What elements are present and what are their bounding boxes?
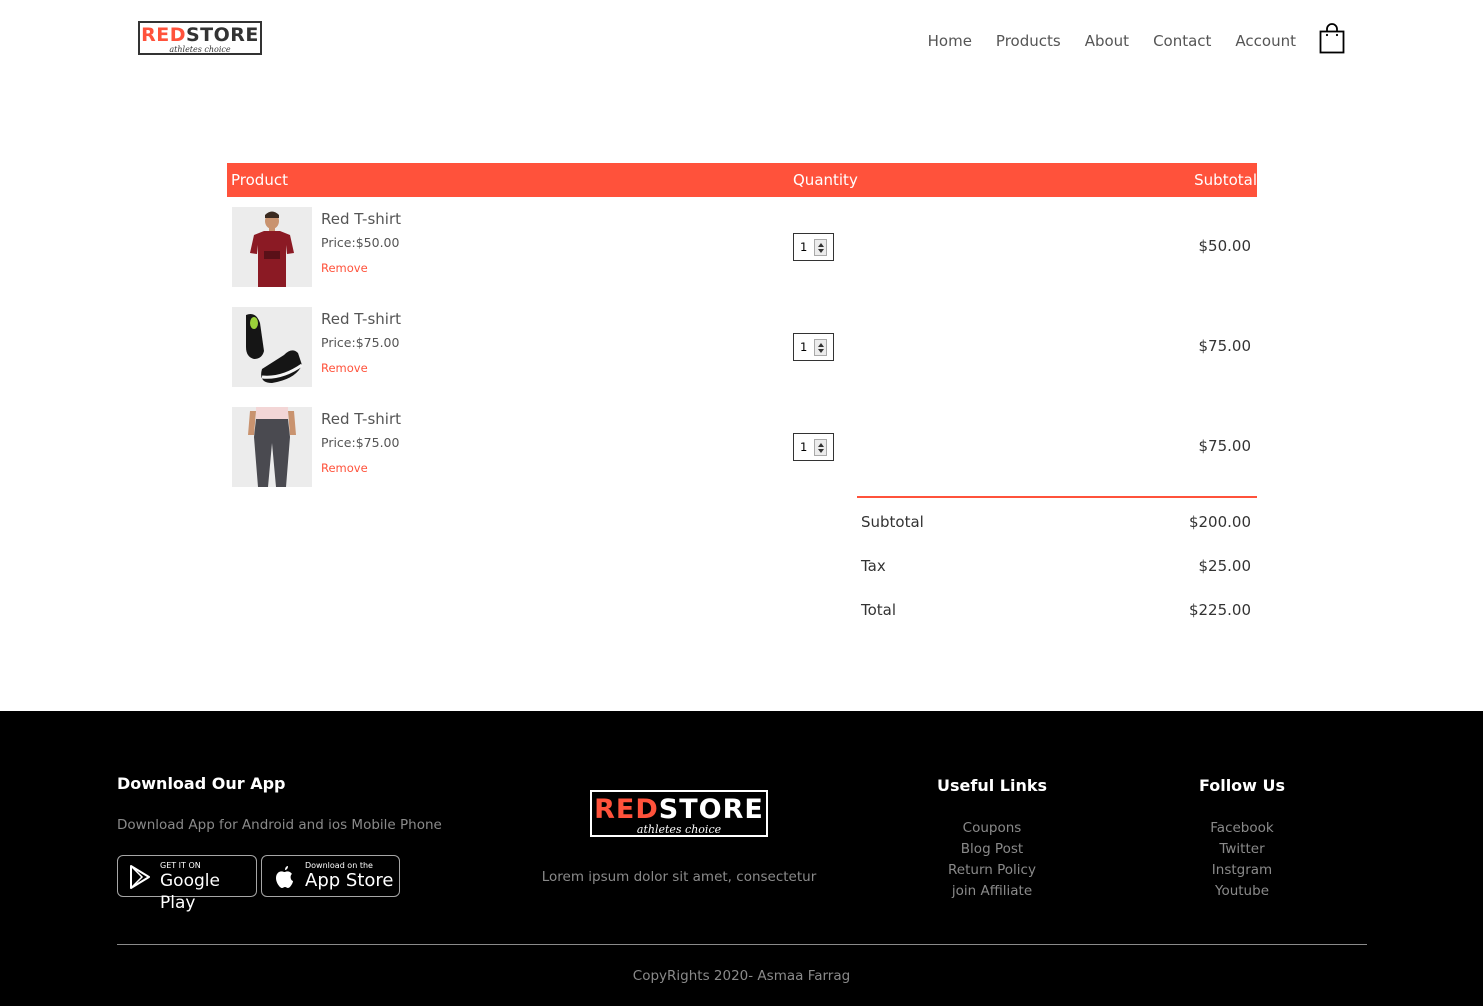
footer-link-coupons[interactable]: Coupons bbox=[902, 818, 1082, 839]
product-name[interactable]: Red T-shirt bbox=[321, 209, 401, 229]
footer-link-join-affiliate[interactable]: join Affiliate bbox=[902, 881, 1082, 902]
product-name[interactable]: Red T-shirt bbox=[321, 309, 401, 329]
quantity-input[interactable]: 1 bbox=[793, 233, 834, 261]
header-subtotal: Subtotal bbox=[1194, 171, 1257, 189]
product-image-red-tshirt bbox=[232, 207, 312, 287]
quantity-spinner[interactable] bbox=[814, 439, 827, 456]
navbar: REDSTORE athletes choice Home Products A… bbox=[0, 0, 1483, 80]
nav-about[interactable]: About bbox=[1085, 30, 1129, 52]
follow-us-title: Follow Us bbox=[1198, 776, 1286, 795]
google-play-button[interactable]: GET IT ON Google Play bbox=[117, 855, 257, 913]
footer-download-app: Download Our App Download App for Androi… bbox=[117, 773, 477, 913]
copyright: CopyRights 2020- Asmaa Farrag bbox=[632, 968, 851, 984]
row-subtotal: $75.00 bbox=[1198, 437, 1252, 455]
useful-links-title: Useful Links bbox=[936, 776, 1047, 795]
cart-table-header: Product Quantity Subtotal bbox=[227, 163, 1257, 197]
totals-row-tax: Tax $25.00 bbox=[861, 557, 1251, 575]
footer-useful-links: Useful Links Coupons Blog Post Return Po… bbox=[902, 775, 1082, 902]
footer: Download Our App Download App for Androi… bbox=[0, 711, 1483, 1006]
quantity-input[interactable]: 1 bbox=[793, 333, 834, 361]
row-subtotal: $50.00 bbox=[1198, 237, 1252, 255]
footer-link-blog-post[interactable]: Blog Post bbox=[902, 839, 1082, 860]
footer-follow-us: Follow Us Facebook Twitter Instgram Yout… bbox=[1152, 775, 1332, 902]
remove-link[interactable]: Remove bbox=[321, 461, 368, 475]
product-price: Price:$50.00 bbox=[321, 235, 400, 250]
logo-tagline: athletes choice bbox=[169, 45, 231, 54]
google-play-icon bbox=[130, 865, 150, 889]
product-price: Price:$75.00 bbox=[321, 335, 400, 350]
footer-description: Lorem ipsum dolor sit amet, consectetur bbox=[541, 869, 817, 885]
product-image-black-shoes bbox=[232, 307, 312, 387]
main-menu: Home Products About Contact Account bbox=[904, 30, 1296, 52]
nav-account[interactable]: Account bbox=[1235, 30, 1296, 52]
footer-link-return-policy[interactable]: Return Policy bbox=[902, 860, 1082, 881]
quantity-input[interactable]: 1 bbox=[793, 433, 834, 461]
app-store-button[interactable]: Download on the App Store bbox=[261, 855, 400, 897]
nav-contact[interactable]: Contact bbox=[1153, 30, 1211, 52]
download-app-text: Download App for Android and ios Mobile … bbox=[117, 817, 442, 833]
logo[interactable]: REDSTORE athletes choice bbox=[138, 21, 262, 55]
apple-icon bbox=[276, 866, 293, 888]
table-row: Red T-shirt Price:$75.00 Remove 1 $75.00 bbox=[227, 407, 1257, 487]
cart-table: Product Quantity Subtotal Red T-shirt Pr… bbox=[227, 163, 1257, 487]
footer-logo[interactable]: REDSTORE athletes choice bbox=[590, 790, 768, 837]
shopping-bag-icon[interactable] bbox=[1319, 22, 1345, 54]
app-store-badges: GET IT ON Google Play Download on the Ap… bbox=[117, 855, 477, 913]
footer-logo-tagline: athletes choice bbox=[636, 823, 722, 836]
header-quantity: Quantity bbox=[793, 171, 858, 189]
nav-home[interactable]: Home bbox=[928, 30, 972, 52]
footer-divider bbox=[117, 944, 1367, 945]
quantity-spinner[interactable] bbox=[814, 239, 827, 256]
footer-link-youtube[interactable]: Youtube bbox=[1152, 881, 1332, 902]
product-name[interactable]: Red T-shirt bbox=[321, 409, 401, 429]
cart-totals: Subtotal $200.00 Tax $25.00 Total $225.0… bbox=[857, 496, 1257, 630]
logo-text: REDSTORE bbox=[141, 24, 259, 46]
footer-link-twitter[interactable]: Twitter bbox=[1152, 839, 1332, 860]
download-app-title: Download Our App bbox=[117, 774, 286, 793]
product-image-grey-joggers bbox=[232, 407, 312, 487]
footer-logo-text: REDSTORE bbox=[594, 794, 764, 825]
footer-link-instagram[interactable]: Instgram bbox=[1152, 860, 1332, 881]
nav-products[interactable]: Products bbox=[996, 30, 1061, 52]
footer-link-facebook[interactable]: Facebook bbox=[1152, 818, 1332, 839]
table-row: Red T-shirt Price:$75.00 Remove 1 $75.00 bbox=[227, 307, 1257, 387]
product-price: Price:$75.00 bbox=[321, 435, 400, 450]
table-row: Red T-shirt Price:$50.00 Remove 1 $50.00 bbox=[227, 207, 1257, 287]
remove-link[interactable]: Remove bbox=[321, 361, 368, 375]
row-subtotal: $75.00 bbox=[1198, 337, 1252, 355]
totals-row-subtotal: Subtotal $200.00 bbox=[861, 513, 1251, 531]
totals-row-total: Total $225.00 bbox=[861, 601, 1251, 619]
remove-link[interactable]: Remove bbox=[321, 261, 368, 275]
quantity-spinner[interactable] bbox=[814, 339, 827, 356]
header-product: Product bbox=[231, 171, 288, 189]
